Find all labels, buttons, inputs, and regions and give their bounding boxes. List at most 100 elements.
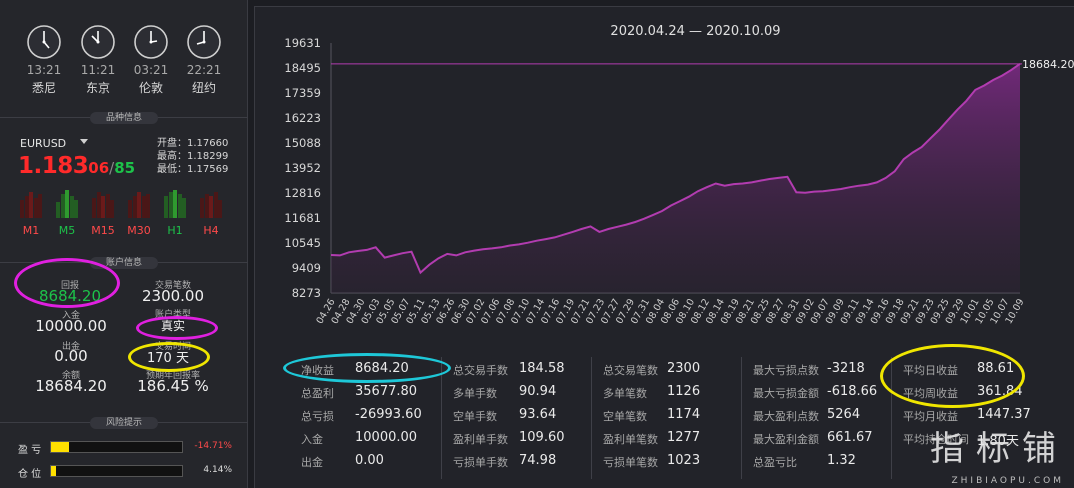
stat-value: -618.66 — [827, 384, 878, 399]
highlight-oval-account-type — [136, 316, 218, 340]
y-tick-label: 13952 — [284, 161, 321, 175]
sidebar: 13:21 悉尼 11:21 东京 03:21 伦敦 22:21 纽约 品种信息… — [0, 0, 248, 488]
clock-icon — [81, 25, 115, 59]
clock-city: 东京 — [85, 81, 110, 95]
clock-time: 11:21 — [80, 63, 116, 77]
timeframe-label-m1[interactable]: M1 — [16, 224, 46, 237]
chevron-down-icon[interactable] — [80, 139, 88, 144]
strength-bar — [60, 194, 65, 218]
price-bid-pip: 06 — [88, 159, 110, 177]
stat-value: 1174 — [667, 407, 701, 422]
strength-bar — [74, 200, 78, 218]
timeframe-label-m15[interactable]: M15 — [88, 224, 118, 237]
low-price: 最低：1.17569 — [157, 164, 229, 175]
stat-label: 总交易手数 — [453, 364, 508, 377]
timeframe-bars-h1 — [164, 188, 186, 222]
risk-profit-value: -14.71% — [194, 441, 232, 451]
strength-bar — [177, 194, 182, 218]
world-clocks: 13:21 悉尼 11:21 东京 03:21 伦敦 22:21 纽约 — [0, 24, 248, 100]
stat-value: 661.67 — [827, 430, 873, 445]
strength-bar — [182, 198, 186, 218]
clock-newyork: 22:21 纽约 — [184, 24, 224, 96]
risk-profit-label: 盈 亏 — [18, 445, 42, 456]
stat-label: 总交易笔数 — [603, 364, 658, 377]
stat-label: 最大亏损金额 — [753, 387, 819, 400]
stat-label: 盈利单手数 — [453, 433, 508, 446]
stat-value: 184.58 — [519, 361, 565, 376]
chart-title: 2020.04.24 — 2020.10.09 — [610, 24, 780, 39]
stat-label: 空单笔数 — [603, 410, 647, 423]
last-value-label: 18684.20 — [1022, 58, 1074, 71]
clock-time: 13:21 — [26, 63, 62, 77]
strength-bar — [200, 198, 204, 218]
trades-value: 2300.00 — [141, 287, 205, 305]
clock-city: 纽约 — [191, 81, 216, 95]
symbol-selector[interactable]: EURUSD — [20, 137, 66, 150]
divider — [441, 357, 442, 479]
stat-value: 2300 — [667, 361, 701, 376]
stat-label: 多单手数 — [453, 387, 497, 400]
equity-chart: 2020.04.24 — 2020.10.09 19631 18495 17359 16… — [284, 24, 1074, 326]
withdraw-value: 0.00 — [54, 347, 88, 365]
stat-value: 93.64 — [519, 407, 557, 422]
clock-city: 悉尼 — [31, 81, 56, 95]
open-price: 开盘：1.17660 — [157, 138, 229, 149]
clock-icon — [134, 25, 168, 59]
stat-value: 0.00 — [355, 453, 384, 468]
clock-city: 伦敦 — [138, 81, 163, 95]
clock-london: 03:21 伦敦 — [131, 24, 171, 96]
stat-value: 109.60 — [519, 430, 565, 445]
clock-tokyo: 11:21 东京 — [78, 24, 118, 96]
strength-bar — [173, 190, 177, 218]
stat-label: 盈利单笔数 — [603, 433, 658, 446]
strength-bar — [101, 196, 105, 218]
timeframe-label-h1[interactable]: H1 — [160, 224, 190, 237]
strength-bar — [168, 192, 173, 218]
y-tick-label: 12816 — [284, 186, 321, 200]
section-title: 品种信息 — [90, 112, 158, 124]
strength-bar — [209, 196, 213, 218]
strength-bar — [29, 192, 33, 218]
timeframe-bars-h4 — [200, 188, 222, 222]
strength-bar — [96, 192, 101, 218]
risk-position-bar — [50, 465, 183, 477]
y-tick-label: 15088 — [284, 136, 321, 150]
stat-value: 1277 — [667, 430, 701, 445]
timeframe-bars-m15 — [92, 188, 114, 222]
stat-label: 最大盈利点数 — [753, 410, 819, 423]
strength-bar — [20, 200, 24, 218]
clock-time: 03:21 — [133, 63, 169, 77]
strength-bar — [33, 198, 38, 218]
timeframe-bars-m1 — [20, 188, 42, 222]
timeframe-label-h4[interactable]: H4 — [196, 224, 226, 237]
stat-value: 74.98 — [519, 453, 557, 468]
ohl-info: 开盘：1.17660 最高：1.18299 最低：1.17569 — [157, 137, 228, 176]
strength-bar — [132, 196, 137, 218]
stat-label: 多单笔数 — [603, 387, 647, 400]
main-panel: 2020.04.24 — 2020.10.09 19631 18495 17359 16… — [254, 6, 1074, 488]
divider — [591, 357, 592, 479]
strength-bar — [24, 196, 29, 218]
section-symbol-info: 品种信息 — [0, 112, 248, 129]
risk-position-fill — [51, 466, 57, 476]
timeframe-bars-m30 — [128, 188, 150, 222]
stat-label: 最大亏损点数 — [753, 364, 819, 377]
timeframe-bars-m5 — [56, 188, 78, 222]
symbol-price: 1.18306/85 — [18, 153, 135, 181]
strength-bar — [38, 194, 42, 218]
timeframe-label-m30[interactable]: M30 — [124, 224, 154, 237]
stat-label: 总亏损 — [301, 410, 334, 423]
strength-bar — [141, 196, 146, 218]
clock-icon — [187, 25, 221, 59]
timeframe-label-m5[interactable]: M5 — [52, 224, 82, 237]
section-risk: 风险提示 — [0, 417, 248, 434]
stat-value: 1126 — [667, 384, 701, 399]
stat-value: 5264 — [827, 407, 861, 422]
divider — [741, 357, 742, 479]
stat-value: -26993.60 — [355, 407, 422, 422]
stat-label: 出金 — [301, 456, 323, 469]
y-tick-label: 9409 — [292, 261, 321, 275]
annual-return-value: 186.45 % — [137, 377, 209, 395]
risk-position-value: 4.14% — [203, 465, 232, 475]
stat-value: -3218 — [827, 361, 865, 376]
